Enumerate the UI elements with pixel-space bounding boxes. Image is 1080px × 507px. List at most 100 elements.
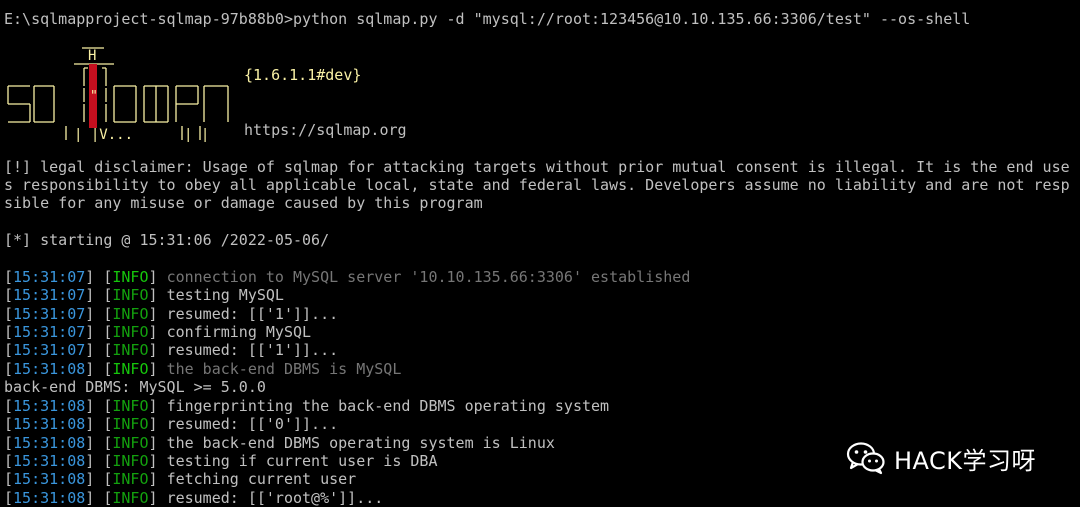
bracket-close: ] xyxy=(148,451,167,470)
version-label: {1.6.1.1#dev} xyxy=(244,66,362,84)
bracket-sep: ] [ xyxy=(85,433,113,452)
bracket-open: [ xyxy=(4,451,14,470)
bracket-sep: ] [ xyxy=(85,488,113,507)
starting-line: [*] starting @ 15:31:06 /2022-05-06/ xyxy=(4,231,330,249)
bracket-open: [ xyxy=(4,415,14,434)
log-message: resumed: [['1']]... xyxy=(166,341,339,360)
log-line: [15:31:07] [INFO] connection to MySQL se… xyxy=(4,268,690,286)
bracket-open: [ xyxy=(4,304,14,323)
command-text: python sqlmap.py -d "mysql://root:123456… xyxy=(292,10,971,28)
bracket-close: ] xyxy=(148,268,167,286)
bracket-sep: ] [ xyxy=(85,397,113,415)
log-line: [15:31:08] [INFO] the back-end DBMS oper… xyxy=(4,434,555,452)
bracket-open: [ xyxy=(4,470,14,489)
log-line: [15:31:07] [INFO] confirming MySQL xyxy=(4,323,311,341)
log-time: 15:31:07 xyxy=(13,322,86,341)
log-time: 15:31:07 xyxy=(13,341,86,360)
bracket-sep: ] [ xyxy=(85,359,113,378)
bracket-open: [ xyxy=(4,268,14,286)
bracket-open: [ xyxy=(4,286,14,305)
log-time: 15:31:08 xyxy=(13,433,86,452)
log-level: INFO xyxy=(112,451,149,470)
watermark-text: HACK学习呀 xyxy=(894,446,1037,475)
bracket-sep: ] [ xyxy=(85,415,113,434)
bracket-close: ] xyxy=(148,415,167,434)
log-message: resumed: [['1']]... xyxy=(166,304,339,323)
log-message: fingerprinting the back-end DBMS operati… xyxy=(166,397,610,415)
command-prompt: E:\sqlmapproject-sqlmap-97b88b0> xyxy=(4,10,293,28)
log-level: INFO xyxy=(112,397,149,415)
log-message: fetching current user xyxy=(166,470,357,489)
log-message: resumed: [['root@%']]... xyxy=(166,488,384,507)
log-level: INFO xyxy=(112,304,149,323)
log-time: 15:31:07 xyxy=(13,304,86,323)
svg-text:|_|V...: |_|V... xyxy=(74,127,133,142)
log-line: [15:31:08] [INFO] the back-end DBMS is M… xyxy=(4,360,401,378)
disclaimer-line-1: [!] legal disclaimer: Usage of sqlmap fo… xyxy=(4,158,1070,176)
watermark: HACK学习呀 xyxy=(846,440,1036,476)
log-message: the back-end DBMS operating system is Li… xyxy=(166,433,555,452)
log-line: [15:31:07] [INFO] resumed: [['1']]... xyxy=(4,341,338,359)
log-level: INFO xyxy=(112,286,149,305)
disclaimer-line-3: sible for any misuse or damage caused by… xyxy=(4,194,483,212)
wechat-icon xyxy=(846,442,885,475)
log-line: [15:31:08] [INFO] resumed: [['root@%']].… xyxy=(4,489,383,507)
bracket-close: ] xyxy=(148,304,167,323)
log-line: [15:31:08] [INFO] fingerprinting the bac… xyxy=(4,397,609,415)
log-message: the back-end DBMS is MySQL xyxy=(166,359,402,378)
log-level: INFO xyxy=(112,415,149,434)
bracket-sep: ] [ xyxy=(85,451,113,470)
bracket-sep: ] [ xyxy=(85,322,113,341)
bracket-open: [ xyxy=(4,341,14,360)
log-level: INFO xyxy=(112,488,149,507)
log-time: 15:31:08 xyxy=(13,470,86,489)
website-url: https://sqlmap.org xyxy=(244,121,407,139)
bracket-close: ] xyxy=(148,470,167,489)
bracket-close: ] xyxy=(148,433,167,452)
log-line: [15:31:08] [INFO] testing if current use… xyxy=(4,452,438,470)
log-time: 15:31:08 xyxy=(13,397,86,415)
log-message: connection to MySQL server '10.10.135.66… xyxy=(166,268,691,286)
bracket-sep: ] [ xyxy=(85,268,113,286)
bracket-open: [ xyxy=(4,433,14,452)
log-message: confirming MySQL xyxy=(166,322,312,341)
log-time: 15:31:08 xyxy=(13,488,86,507)
log-message: resumed: [['0']]... xyxy=(166,415,339,434)
log-time: 15:31:07 xyxy=(13,286,86,305)
bracket-open: [ xyxy=(4,488,14,507)
bracket-open: [ xyxy=(4,359,14,378)
log-message: testing if current user is DBA xyxy=(166,451,438,470)
bracket-close: ] xyxy=(148,359,167,378)
log-message: testing MySQL xyxy=(166,286,284,305)
log-level: INFO xyxy=(112,470,149,489)
bracket-close: ] xyxy=(148,286,167,305)
command-line: E:\sqlmapproject-sqlmap-97b88b0>python s… xyxy=(4,10,970,28)
log-time: 15:31:08 xyxy=(13,415,86,434)
bracket-sep: ] [ xyxy=(85,470,113,489)
log-line: [15:31:08] [INFO] fetching current user xyxy=(4,470,356,488)
log-time: 15:31:08 xyxy=(13,451,86,470)
log-line: [15:31:07] [INFO] resumed: [['1']]... xyxy=(4,305,338,323)
dbms-line: back-end DBMS: MySQL >= 5.0.0 xyxy=(4,378,266,396)
sqlmap-logo: H " |_|V... |_| xyxy=(7,47,229,142)
svg-text:": " xyxy=(90,89,98,104)
log-line: [15:31:08] [INFO] resumed: [['0']]... xyxy=(4,415,338,433)
log-level: INFO xyxy=(112,433,149,452)
disclaimer-line-2: s responsibility to obey all applicable … xyxy=(4,176,1070,194)
bracket-close: ] xyxy=(148,397,167,415)
bracket-sep: ] [ xyxy=(85,304,113,323)
svg-text:H: H xyxy=(88,48,96,64)
bracket-close: ] xyxy=(148,341,167,360)
log-level: INFO xyxy=(112,268,149,286)
bracket-sep: ] [ xyxy=(85,341,113,360)
bracket-close: ] xyxy=(148,488,167,507)
log-line: [15:31:07] [INFO] testing MySQL xyxy=(4,286,284,304)
bracket-close: ] xyxy=(148,322,167,341)
log-level: INFO xyxy=(112,322,149,341)
bracket-open: [ xyxy=(4,397,14,415)
terminal-window[interactable]: E:\sqlmapproject-sqlmap-97b88b0>python s… xyxy=(0,0,1080,507)
log-level: INFO xyxy=(112,359,149,378)
bracket-sep: ] [ xyxy=(85,286,113,305)
log-time: 15:31:08 xyxy=(13,359,86,378)
svg-text:|_|: |_| xyxy=(184,127,209,142)
